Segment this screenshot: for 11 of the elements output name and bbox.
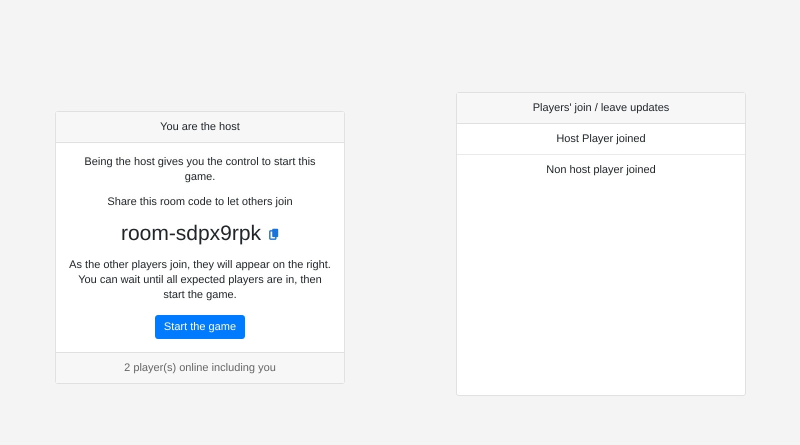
update-item: Host Player joined <box>457 124 745 155</box>
players-online-text: 2 player(s) online including you <box>124 362 276 374</box>
instructions-text: As the other players join, they will appear on the right. You can wait until all expected players are in, then start the game. <box>68 258 332 303</box>
update-item: Non host player joined <box>545 163 657 178</box>
share-hint: Share this room code to let others join <box>107 195 293 210</box>
copy-icon[interactable] <box>269 228 280 240</box>
card-title: Players' join / leave updates <box>532 102 670 114</box>
room-code: room-sdpx9rpk <box>120 222 262 246</box>
start-game-button[interactable]: Start the game <box>154 315 246 339</box>
card-title: You are the host <box>160 121 240 133</box>
host-description: Being the host gives you the control to start this game. <box>83 155 317 185</box>
